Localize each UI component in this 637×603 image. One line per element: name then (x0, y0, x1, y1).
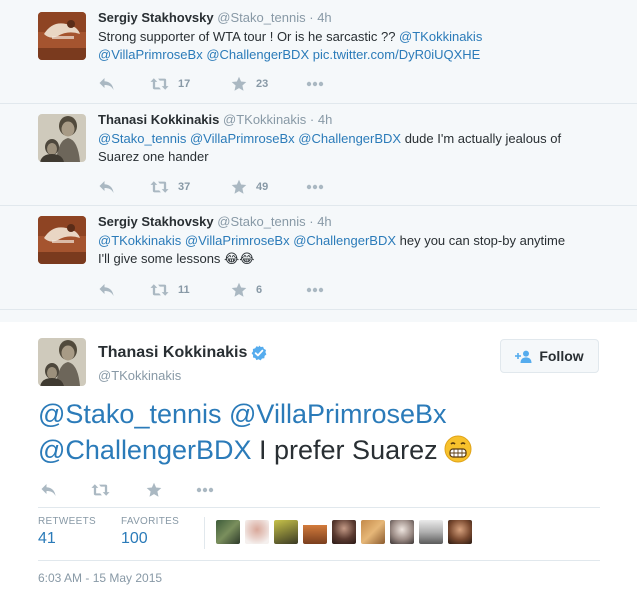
divider (38, 507, 600, 508)
retweet-count: 11 (178, 284, 190, 296)
favoriter-avatar[interactable] (245, 520, 269, 544)
avatar[interactable] (38, 12, 86, 60)
retweet-icon (150, 180, 169, 194)
tweet-actions (40, 482, 240, 498)
tweet-time[interactable]: 4h (317, 10, 331, 25)
avatar[interactable] (38, 114, 86, 162)
favorite-count: 23 (256, 78, 269, 90)
reply-icon[interactable] (98, 76, 115, 92)
divider (38, 560, 600, 561)
favoriter-avatar[interactable] (274, 520, 298, 544)
retweet-action[interactable]: 17 (150, 76, 190, 92)
tweet-author-handle[interactable]: @TKokkinakis (223, 112, 306, 127)
more-dots-icon[interactable] (306, 282, 324, 298)
favorite-star-icon (231, 179, 247, 195)
tweet-actions: 17 23 (98, 76, 398, 92)
tweet-actions: 37 49 (98, 179, 398, 195)
tweet-text: Strong supporter of WTA tour ! Or is he … (98, 28, 628, 64)
reply-icon[interactable] (40, 482, 57, 498)
follow-user-icon (515, 350, 532, 363)
favorite-star-icon (231, 76, 247, 92)
tweet-actions: 11 6 (98, 282, 398, 298)
tweet-author-name[interactable]: Thanasi Kokkinakis (98, 344, 267, 362)
thread-tweet[interactable]: Sergiy Stakhovsky @Stako_tennis · 4h @TK… (0, 206, 637, 310)
more-dots-icon[interactable] (306, 179, 324, 195)
tweet-timestamp[interactable]: 6:03 AM - 15 May 2015 (38, 571, 162, 585)
tweet-author-name[interactable]: Thanasi Kokkinakis (98, 112, 219, 127)
reply-icon[interactable] (98, 282, 115, 298)
favoriter-avatars (216, 520, 477, 544)
tweet-author-handle[interactable]: @TKokkinakis (98, 368, 181, 383)
tweet-text-plain: I prefer Suarez (251, 435, 438, 465)
mention-links[interactable]: @Stako_tennis @VillaPrimroseBx (38, 399, 446, 429)
follow-button[interactable]: Follow (500, 339, 599, 373)
verified-badge-icon (251, 345, 267, 361)
thread-tweet[interactable]: Sergiy Stakhovsky @Stako_tennis · 4h Str… (0, 0, 637, 104)
retweet-icon[interactable] (91, 482, 110, 498)
reply-icon[interactable] (98, 179, 115, 195)
tweet-text: @Stako_tennis @VillaPrimroseBx @Challenge… (38, 396, 618, 468)
favoriter-avatar[interactable] (361, 520, 385, 544)
favoriter-avatar[interactable] (448, 520, 472, 544)
mention-link[interactable]: @ChallengerBDX (38, 435, 252, 465)
favorite-action[interactable]: 49 (231, 179, 268, 195)
tweet-author-handle[interactable]: @Stako_tennis (217, 214, 305, 229)
tweet-author-handle[interactable]: @Stako_tennis (217, 10, 305, 25)
retweets-stat[interactable]: RETWEETS 41 (38, 516, 96, 548)
mention-link[interactable]: @TKokkinakis (399, 29, 482, 44)
tweet-author-name[interactable]: Sergiy Stakhovsky (98, 10, 214, 25)
retweets-label: RETWEETS (38, 516, 96, 527)
favorite-action[interactable]: 6 (231, 282, 262, 298)
favorite-action[interactable]: 23 (231, 76, 268, 92)
favorite-star-icon (231, 282, 247, 298)
favoriter-avatar[interactable] (390, 520, 414, 544)
author-name-text[interactable]: Thanasi Kokkinakis (98, 344, 247, 362)
mention-links[interactable]: @TKokkinakis @VillaPrimroseBx @Challenge… (98, 233, 396, 248)
retweets-count[interactable]: 41 (38, 530, 96, 548)
retweet-action[interactable]: 11 (150, 282, 190, 298)
tweet-author-name[interactable]: Sergiy Stakhovsky (98, 214, 214, 229)
favoriter-avatar[interactable] (303, 520, 327, 544)
retweet-action[interactable]: 37 (150, 179, 190, 195)
favorite-count: 49 (256, 181, 269, 193)
tweet-text-plain: Strong supporter of WTA tour ! Or is he … (98, 29, 400, 44)
tweet-time[interactable]: 4h (317, 214, 331, 229)
favorites-stat[interactable]: FAVORITES 100 (121, 516, 179, 548)
retweet-count: 17 (178, 78, 191, 90)
mention-links[interactable]: @VillaPrimroseBx @ChallengerBDX pic.twit… (98, 47, 480, 62)
favoriter-avatar[interactable] (419, 520, 443, 544)
follow-label: Follow (539, 348, 584, 364)
retweet-icon (150, 77, 169, 91)
mention-links[interactable]: @Stako_tennis @VillaPrimroseBx @Challeng… (98, 131, 401, 146)
permalink-tweet: Thanasi Kokkinakis @TKokkinakis Follow @… (0, 322, 637, 603)
favorite-count: 6 (256, 284, 263, 296)
grinning-emoji-icon (444, 435, 472, 463)
thread-tweet[interactable]: Thanasi Kokkinakis @TKokkinakis · 4h @St… (0, 104, 637, 206)
divider (204, 517, 205, 549)
conversation-thread: Sergiy Stakhovsky @Stako_tennis · 4h Str… (0, 0, 637, 322)
more-dots-icon[interactable] (306, 76, 324, 92)
avatar[interactable] (38, 216, 86, 264)
favoriter-avatar[interactable] (216, 520, 240, 544)
favorites-count[interactable]: 100 (121, 530, 179, 548)
retweet-count: 37 (178, 181, 191, 193)
retweet-icon (150, 283, 169, 297)
more-dots-icon[interactable] (196, 482, 214, 498)
tweet-text: @Stako_tennis @VillaPrimroseBx @Challeng… (98, 130, 598, 166)
tweet-time[interactable]: 4h (318, 112, 332, 127)
avatar[interactable] (38, 338, 86, 386)
tweet-text: @TKokkinakis @VillaPrimroseBx @Challenge… (98, 232, 568, 268)
favoriter-avatar[interactable] (332, 520, 356, 544)
favorite-star-icon[interactable] (146, 482, 162, 498)
favorites-label: FAVORITES (121, 516, 180, 527)
